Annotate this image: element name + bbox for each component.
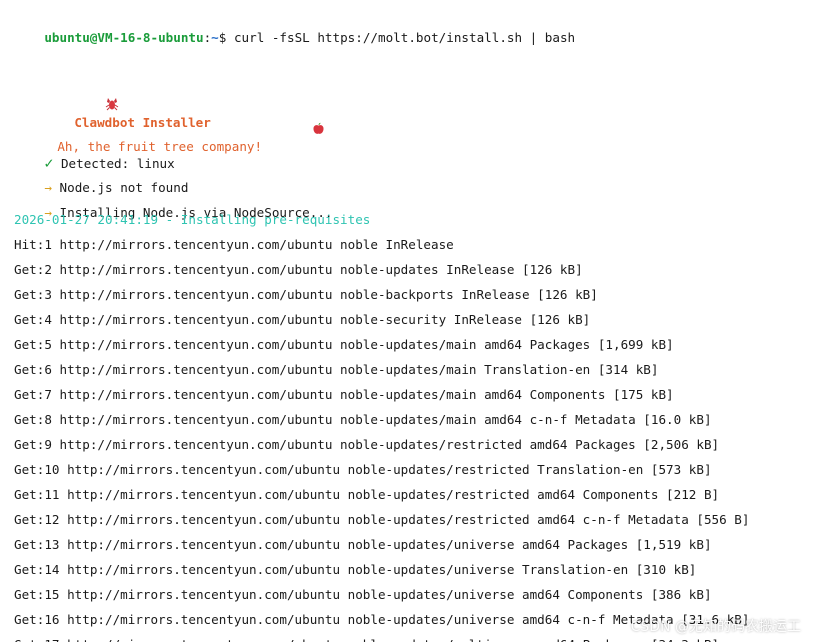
- prompt-line: ubuntu@VM-16-8-ubuntu:~$ curl -fsSL http…: [14, 11, 575, 45]
- apt-output-line: Get:2 http://mirrors.tencentyun.com/ubun…: [14, 262, 583, 277]
- apt-output-line: Get:14 http://mirrors.tencentyun.com/ubu…: [14, 562, 697, 577]
- apt-output-line: Get:8 http://mirrors.tencentyun.com/ubun…: [14, 412, 712, 427]
- apt-output-line: Get:13 http://mirrors.tencentyun.com/ubu…: [14, 537, 712, 552]
- banner-title-line: Clawdbot Installer: [29, 61, 211, 130]
- csdn-watermark: CSDN @无知的码农搬运工: [630, 619, 801, 635]
- apt-output-line: Get:10 http://mirrors.tencentyun.com/ubu…: [14, 462, 712, 477]
- apt-output-line: Get:3 http://mirrors.tencentyun.com/ubun…: [14, 287, 598, 302]
- apt-output-line: Get:7 http://mirrors.tencentyun.com/ubun…: [14, 387, 674, 402]
- apt-output-line: Get:11 http://mirrors.tencentyun.com/ubu…: [14, 487, 720, 502]
- apt-output-line: Hit:1 http://mirrors.tencentyun.com/ubun…: [14, 237, 454, 252]
- banner-tagline-line: Ah, the fruit tree company!: [27, 86, 324, 154]
- terminal-window[interactable]: ubuntu@VM-16-8-ubuntu:~$ curl -fsSL http…: [0, 0, 813, 642]
- apt-output-line: Get:6 http://mirrors.tencentyun.com/ubun…: [14, 362, 659, 377]
- apt-output-line: Get:4 http://mirrors.tencentyun.com/ubun…: [14, 312, 591, 327]
- prompt-user-host: ubuntu@VM-16-8-ubuntu: [44, 30, 204, 45]
- apt-output-line: Get:9 http://mirrors.tencentyun.com/ubun…: [14, 437, 720, 452]
- node-not-found-line: → Node.js not found: [14, 161, 188, 195]
- apt-output-line: Get:15 http://mirrors.tencentyun.com/ubu…: [14, 587, 712, 602]
- timestamp-line: 2026-01-27 20:41:19 - Installing pre-req…: [14, 212, 371, 227]
- command-text: curl -fsSL https://molt.bot/install.sh |…: [226, 30, 576, 45]
- apt-output-line: Get:5 http://mirrors.tencentyun.com/ubun…: [14, 337, 674, 352]
- apple-icon: [266, 104, 324, 134]
- detected-line: ✓ Detected: linux: [14, 136, 174, 172]
- apt-output-line: Get:12 http://mirrors.tencentyun.com/ubu…: [14, 512, 750, 527]
- installing-node-line: → Installing Node.js via NodeSource...: [14, 186, 332, 220]
- apt-output-line: Get:17 http://mirrors.tencentyun.com/ubu…: [14, 636, 719, 642]
- prompt-path: ~: [211, 30, 219, 45]
